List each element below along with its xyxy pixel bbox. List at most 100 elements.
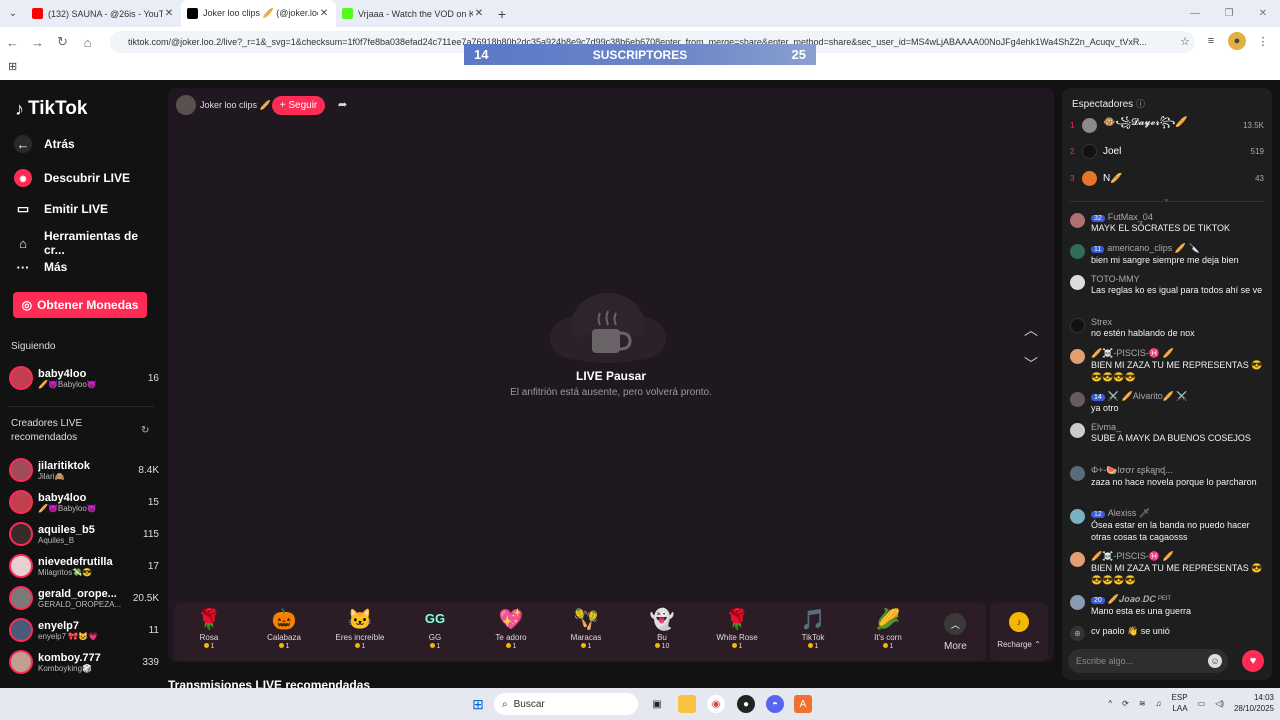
file-explorer-icon[interactable]	[678, 695, 696, 713]
app-a-icon[interactable]: A	[794, 695, 812, 713]
menu-icon[interactable]: ⋮	[1254, 32, 1272, 50]
emoji-icon[interactable]: ☺	[1208, 654, 1222, 668]
sync-icon[interactable]: ⟳	[1122, 699, 1129, 708]
host-info[interactable]: Joker loo clips 🥖	[176, 95, 271, 115]
chat-text: BIEN MI ZAZA TU ME REPRESENTAS 😎😎😎😎😎	[1091, 360, 1263, 382]
tab-kick[interactable]: Vrjaaa - Watch the VOD on Kick ✕	[336, 0, 491, 27]
new-tab-button[interactable]: +	[491, 6, 513, 22]
mic-icon[interactable]: ♫	[1156, 699, 1162, 708]
windows-start-icon[interactable]: ⊞	[469, 695, 487, 713]
viewer-name: N🥖	[1103, 172, 1123, 184]
comment-input[interactable]: Escribe algo... ☺	[1068, 649, 1228, 673]
forward-icon[interactable]: →	[25, 35, 50, 50]
recommended-account[interactable]: enyelp7 enyelp7 🎀😺💗 11	[9, 617, 159, 643]
chat-text: SUBE A MAYK DA BUENOS COSEJOS	[1091, 433, 1251, 443]
chevron-up-icon[interactable]: ^	[1108, 699, 1112, 708]
sidebar-item-label: Herramientas de cr...	[43, 229, 139, 257]
sidebar-item-creator-tools[interactable]: ⌂ Herramientas de cr...	[14, 229, 162, 257]
recommended-account[interactable]: komboy.777 Komboyking🎲 339	[9, 649, 159, 675]
home-icon[interactable]: ⌂	[75, 35, 100, 50]
task-view-icon[interactable]: ▣	[648, 695, 666, 713]
gift-bar: 🌹 Rosa 1 🎃 Calabaza 1 🐱 Eres increíble 1 GG GG 1…	[174, 603, 986, 661]
close-icon[interactable]: ✕	[318, 8, 330, 19]
viewer-rank: 2	[1070, 146, 1075, 156]
gift-item[interactable]: 🌹 White Rose 1	[702, 607, 772, 650]
chrome-icon[interactable]: ◉	[707, 695, 725, 713]
sidebar-item-more[interactable]: ··· Más	[14, 258, 68, 276]
close-icon[interactable]: ✕	[163, 8, 175, 19]
taskbar-search[interactable]: ⌕ Buscar	[494, 693, 638, 715]
refresh-icon[interactable]: ↻	[141, 425, 149, 436]
tab-search-icon[interactable]: ⌄	[0, 0, 26, 27]
gift-name: It's corn	[874, 633, 902, 642]
account-nickname: 🥖😈Babyloo😈	[38, 503, 97, 513]
info-icon[interactable]: ⓘ	[1136, 99, 1145, 109]
close-icon[interactable]: ✕	[473, 8, 485, 19]
close-window-icon[interactable]: ✕	[1246, 0, 1280, 27]
maracas-icon: 🪇	[573, 609, 599, 631]
gift-item[interactable]: 🪇 Maracas 1	[551, 607, 621, 650]
reload-icon[interactable]: ↻	[50, 34, 75, 50]
gift-item[interactable]: 🐱 Eres increíble 1	[325, 607, 395, 650]
corn-icon: 🌽	[875, 609, 901, 631]
top-viewer[interactable]: 1 🐵꧁𝓓𝓪𝔂𝓮𝓻꧂🥖 13.5K	[1070, 116, 1264, 134]
wifi-icon[interactable]: ≋	[1139, 699, 1146, 708]
more-gifts-button[interactable]: ︿ More	[944, 613, 967, 652]
chevron-up-icon[interactable]: ︿	[1024, 320, 1038, 340]
account-name: aquiles_b5	[38, 523, 95, 536]
bookmark-star-icon[interactable]: ☆	[1176, 32, 1194, 50]
gift-item[interactable]: 👻 Bu 10	[627, 607, 697, 650]
back-icon[interactable]: ←	[0, 35, 25, 50]
discord-icon[interactable]: ◓	[766, 695, 784, 713]
gift-item[interactable]: 🎃 Calabaza 1	[249, 607, 319, 650]
get-coins-button[interactable]: ◎ Obtener Monedas	[13, 292, 147, 318]
gift-name: TikTok	[801, 633, 825, 642]
follow-button[interactable]: + Seguir	[272, 96, 325, 115]
gift-price: 1	[285, 643, 290, 650]
avatar	[1070, 552, 1085, 567]
top-viewer[interactable]: 2 Joel 519	[1070, 142, 1264, 160]
recharge-button[interactable]: ♪ Recharge ⌃	[990, 603, 1048, 661]
language-indicator[interactable]: ESP LAA	[1172, 692, 1188, 714]
volume-icon[interactable]: ◁)	[1215, 699, 1224, 708]
network-icon[interactable]: ▭	[1198, 699, 1206, 708]
maximize-icon[interactable]: ❐	[1212, 0, 1246, 27]
top-viewer[interactable]: 3 N🥖 43	[1070, 169, 1264, 187]
clock[interactable]: 14:03 28/10/2025	[1234, 692, 1274, 714]
sidebar-item-discover-live[interactable]: ◉ Descubrir LIVE	[14, 169, 130, 187]
chat-text: ya otro	[1091, 403, 1119, 413]
avatar	[1070, 509, 1085, 524]
recommended-account[interactable]: baby4loo 🥖😈Babyloo😈 15	[9, 489, 159, 515]
sidebar-item-go-live[interactable]: ▭ Emitir LIVE	[14, 200, 108, 218]
gift-item[interactable]: GG GG 1	[400, 607, 470, 650]
account-nickname: 🥖😈Babyloo😈	[38, 379, 97, 389]
gift-item[interactable]: 🌹 Rosa 1	[174, 607, 244, 650]
recommended-account[interactable]: aquiles_b5 Aquiles_B 115	[9, 521, 159, 547]
back-button[interactable]: ← Atrás	[14, 135, 75, 153]
overlay-label: SUSCRIPTORES	[592, 47, 688, 62]
chat-text: zaza no hace novela porque lo parcharon	[1091, 477, 1257, 487]
gift-item[interactable]: 🌽 It's corn 1	[853, 607, 923, 650]
viewer-count: 11	[148, 624, 159, 636]
live-player: Joker loo clips 🥖 + Seguir ➦ LIVE Pausar…	[168, 88, 1054, 662]
tiktok-logo[interactable]: ♪ TikTok	[15, 98, 87, 120]
recommended-account[interactable]: nievedefrutilla Milagritos💸😎 17	[9, 553, 159, 579]
chat-user: 🥖𝑱𝒐𝒂𝒐.𝑫𝑪 ᴾᴱᴵᵀ	[1107, 594, 1172, 604]
recommended-account[interactable]: jilaritiktok Jilari🙈 8.4K	[9, 457, 159, 483]
profile-avatar[interactable]: ●	[1228, 32, 1246, 50]
app-icon[interactable]: ●	[737, 695, 755, 713]
like-heart-button[interactable]: ♥	[1242, 650, 1264, 672]
expand-chevron-icon[interactable]: ⌄	[1163, 194, 1170, 203]
tab-tiktok[interactable]: Joker loo clips 🥖 (@joker.loo.2 ✕	[181, 0, 336, 27]
gift-item[interactable]: 🎵 TikTok 1	[778, 607, 848, 650]
following-account[interactable]: baby4loo 🥖😈Babyloo😈 16	[9, 365, 159, 391]
gift-price: 1	[587, 643, 592, 650]
chevron-down-icon[interactable]: ﹀	[1024, 354, 1038, 374]
tab-youtube[interactable]: (132) SAUNA - @26is - YouTube ✕	[26, 0, 181, 27]
recommended-account[interactable]: gerald_orope... GERALD_OROPEZA... 20.5K	[9, 585, 159, 611]
gift-item[interactable]: 💖 Te adoro 1	[476, 607, 546, 650]
share-icon[interactable]: ➦	[338, 98, 347, 111]
apps-grid-icon[interactable]: ⊞	[8, 60, 17, 73]
minimize-icon[interactable]: —	[1178, 0, 1212, 27]
reading-list-icon[interactable]: ≡	[1202, 32, 1220, 50]
